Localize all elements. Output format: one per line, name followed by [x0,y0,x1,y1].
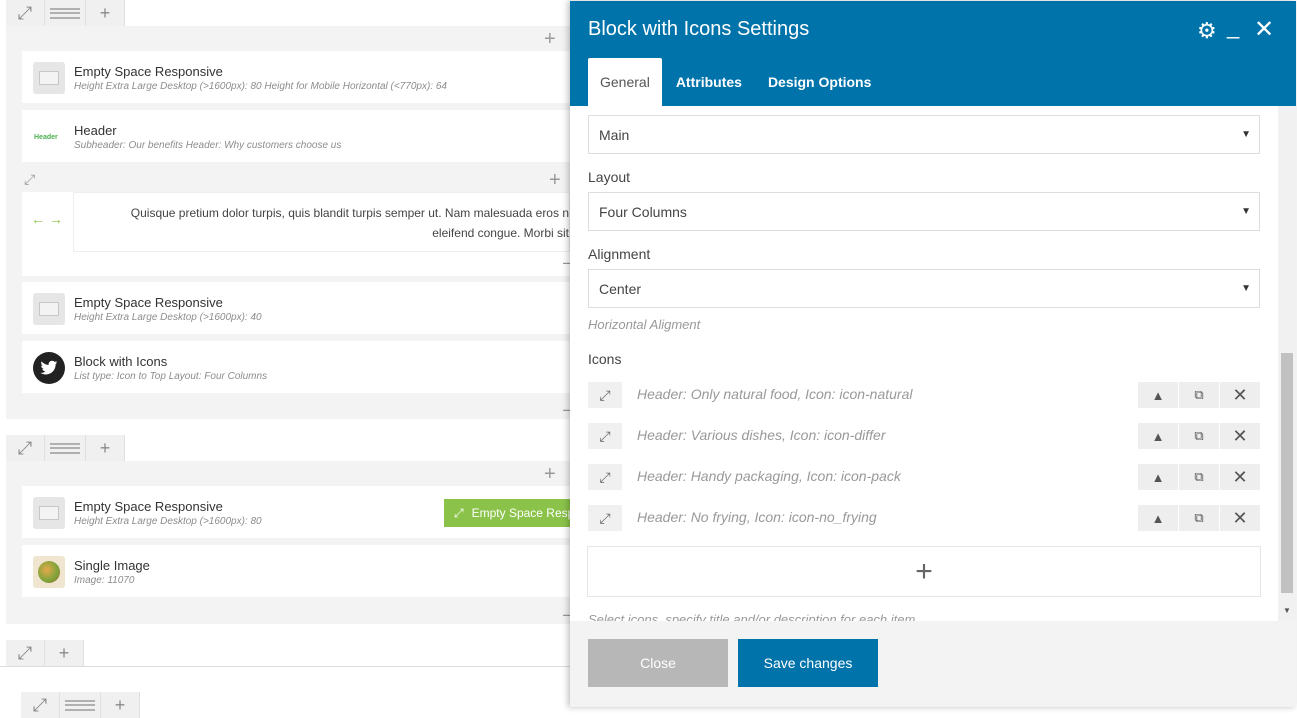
modal-scrollbar[interactable]: ▼ [1278,106,1296,621]
twitter-icon [33,352,65,384]
minimize-icon[interactable]: _ [1227,14,1239,40]
row-expand-icon[interactable]: ⤢ [6,640,45,666]
row-add-icon[interactable]: + [101,692,140,718]
drag-handle-icon[interactable]: ⤢ [588,382,622,408]
delete-icon[interactable]: ✕ [1220,423,1260,449]
row-add-icon[interactable]: + [45,640,84,666]
drag-expand-icon: ⤢ [454,505,464,520]
delete-icon[interactable]: ✕ [1220,382,1260,408]
icon-item[interactable]: ⤢ Header: No frying, Icon: icon-no_fryin… [588,505,1260,531]
element-subtitle: Height Extra Large Desktop (>1600px): 80 [74,516,262,527]
row-add-icon[interactable]: + [86,0,125,26]
element-empty-space-1[interactable]: Empty Space Responsive Height Extra Larg… [22,51,570,103]
element-title: Empty Space Responsive [74,64,223,79]
move-up-icon[interactable]: ▲ [1138,464,1178,490]
gear-icon[interactable]: ⚙ [1197,18,1217,44]
row-expand-icon[interactable]: ⤢ [6,0,45,26]
caret-down-icon: ▼ [1241,129,1251,140]
dragging-element-badge[interactable]: ⤢ Empty Space Respo [444,499,570,527]
delete-icon[interactable]: ✕ [1220,464,1260,490]
row-controls-3: ⤢ + [6,640,84,666]
add-column-icon[interactable]: + [544,29,556,49]
row-controls-2: ⤢ + [6,435,125,461]
close-icon[interactable]: ✕ [1254,15,1274,44]
alignment-hint: Horizontal Aligment [588,317,701,332]
element-title: Block with Icons [74,354,168,369]
text-block-container: ← → Quisque pretium dolor turpis, quis b… [22,192,573,276]
element-subtitle: List type: Icon to Top Layout: Four Colu… [74,371,268,382]
row-controls: ⤢ + [6,0,125,26]
save-changes-button[interactable]: Save changes [738,639,878,687]
divider [0,666,570,667]
icon-item[interactable]: ⤢ Header: Only natural food, Icon: icon-… [588,382,1260,408]
element-empty-space-2[interactable]: Empty Space Responsive Height Extra Larg… [22,282,570,334]
icon-item[interactable]: ⤢ Header: Various dishes, Icon: icon-dif… [588,423,1260,449]
settings-modal: Block with Icons Settings ⚙ _ ✕ General … [570,1,1296,707]
drag-handle-icon[interactable]: ⤢ [588,464,622,490]
element-block-with-icons[interactable]: Block with Icons List type: Icon to Top … [22,341,570,393]
icon-item[interactable]: ⤢ Header: Handy packaging, Icon: icon-pa… [588,464,1260,490]
element-subtitle: Height Extra Large Desktop (>1600px): 40 [74,312,262,323]
row-layout-icon[interactable] [45,435,86,461]
modal-header: Block with Icons Settings ⚙ _ ✕ General … [570,1,1296,106]
clone-icon[interactable]: ⧉ [1179,423,1219,449]
layout-select[interactable]: Four Columns ▼ [588,192,1260,231]
alignment-select[interactable]: Center ▼ [588,269,1260,308]
element-subtitle: Height Extra Large Desktop (>1600px): 80… [74,81,447,92]
empty-space-icon [33,293,65,325]
add-column-icon[interactable]: + [549,170,561,190]
text-block-line-1: Quisque pretium dolor turpis, quis bland… [130,206,569,220]
element-single-image[interactable]: Single Image Image: 11070 [22,545,570,597]
caret-down-icon: ▼ [1241,206,1251,217]
caret-down-icon: ▼ [1241,283,1251,294]
move-up-icon[interactable]: ▲ [1138,505,1178,531]
drag-handle-icon[interactable]: ⤢ [588,505,622,531]
row-controls-4: ⤢ + [21,692,140,718]
element-title: Single Image [74,558,150,573]
add-column-icon[interactable]: + [544,464,556,484]
first-select[interactable]: Main ▼ [588,115,1260,154]
tab-design-options[interactable]: Design Options [756,58,883,106]
drag-handle-icon[interactable]: ⤢ [588,423,622,449]
text-block-line-2: eleifend congue. Morbi sit [432,226,569,240]
tab-attributes[interactable]: Attributes [664,58,754,106]
row-layout-icon[interactable] [60,692,101,718]
element-header[interactable]: Header Header Subheader: Our benefits He… [22,110,570,162]
row-layout-icon[interactable] [45,0,86,26]
empty-space-icon [33,497,65,529]
arrows-icon: ← → [31,211,63,227]
element-title: Header [74,123,117,138]
row-expand-icon[interactable]: ⤢ [21,692,60,718]
move-up-icon[interactable]: ▲ [1138,382,1178,408]
element-subtitle: Subheader: Our benefits Header: Why cust… [74,140,342,151]
inner-row-expand-icon[interactable]: ⤢ [24,171,35,188]
empty-space-icon [33,62,65,94]
clone-icon[interactable]: ⧉ [1179,382,1219,408]
modal-title: Block with Icons Settings [588,18,810,40]
image-thumbnail-icon [33,556,65,588]
tab-general[interactable]: General [588,58,662,106]
text-block[interactable]: Quisque pretium dolor turpis, quis bland… [73,192,570,252]
icons-hint: Select icons, specify title and/or descr… [588,612,916,621]
clone-icon[interactable]: ⧉ [1179,464,1219,490]
alignment-label: Alignment [588,246,651,262]
row-add-icon[interactable]: + [86,435,125,461]
add-icon-button[interactable]: + [587,546,1261,597]
delete-icon[interactable]: ✕ [1220,505,1260,531]
element-title: Empty Space Responsive [74,499,223,514]
layout-label: Layout [588,169,631,185]
close-button[interactable]: Close [588,639,728,687]
scrollbar-thumb[interactable] [1281,353,1293,593]
header-icon: Header [33,121,65,153]
clone-icon[interactable]: ⧉ [1179,505,1219,531]
move-up-icon[interactable]: ▲ [1138,423,1178,449]
tab-bar: General Attributes Design Options [588,58,885,106]
modal-footer: Close Save changes [570,621,1296,707]
row-expand-icon[interactable]: ⤢ [6,435,45,461]
modal-body: Main ▼ Layout Four Columns ▼ Alignment C… [570,106,1296,621]
element-title: Empty Space Responsive [74,295,223,310]
element-subtitle: Image: 11070 [74,575,135,586]
icons-label: Icons [588,351,622,367]
scroll-down-icon[interactable]: ▼ [1283,606,1291,615]
